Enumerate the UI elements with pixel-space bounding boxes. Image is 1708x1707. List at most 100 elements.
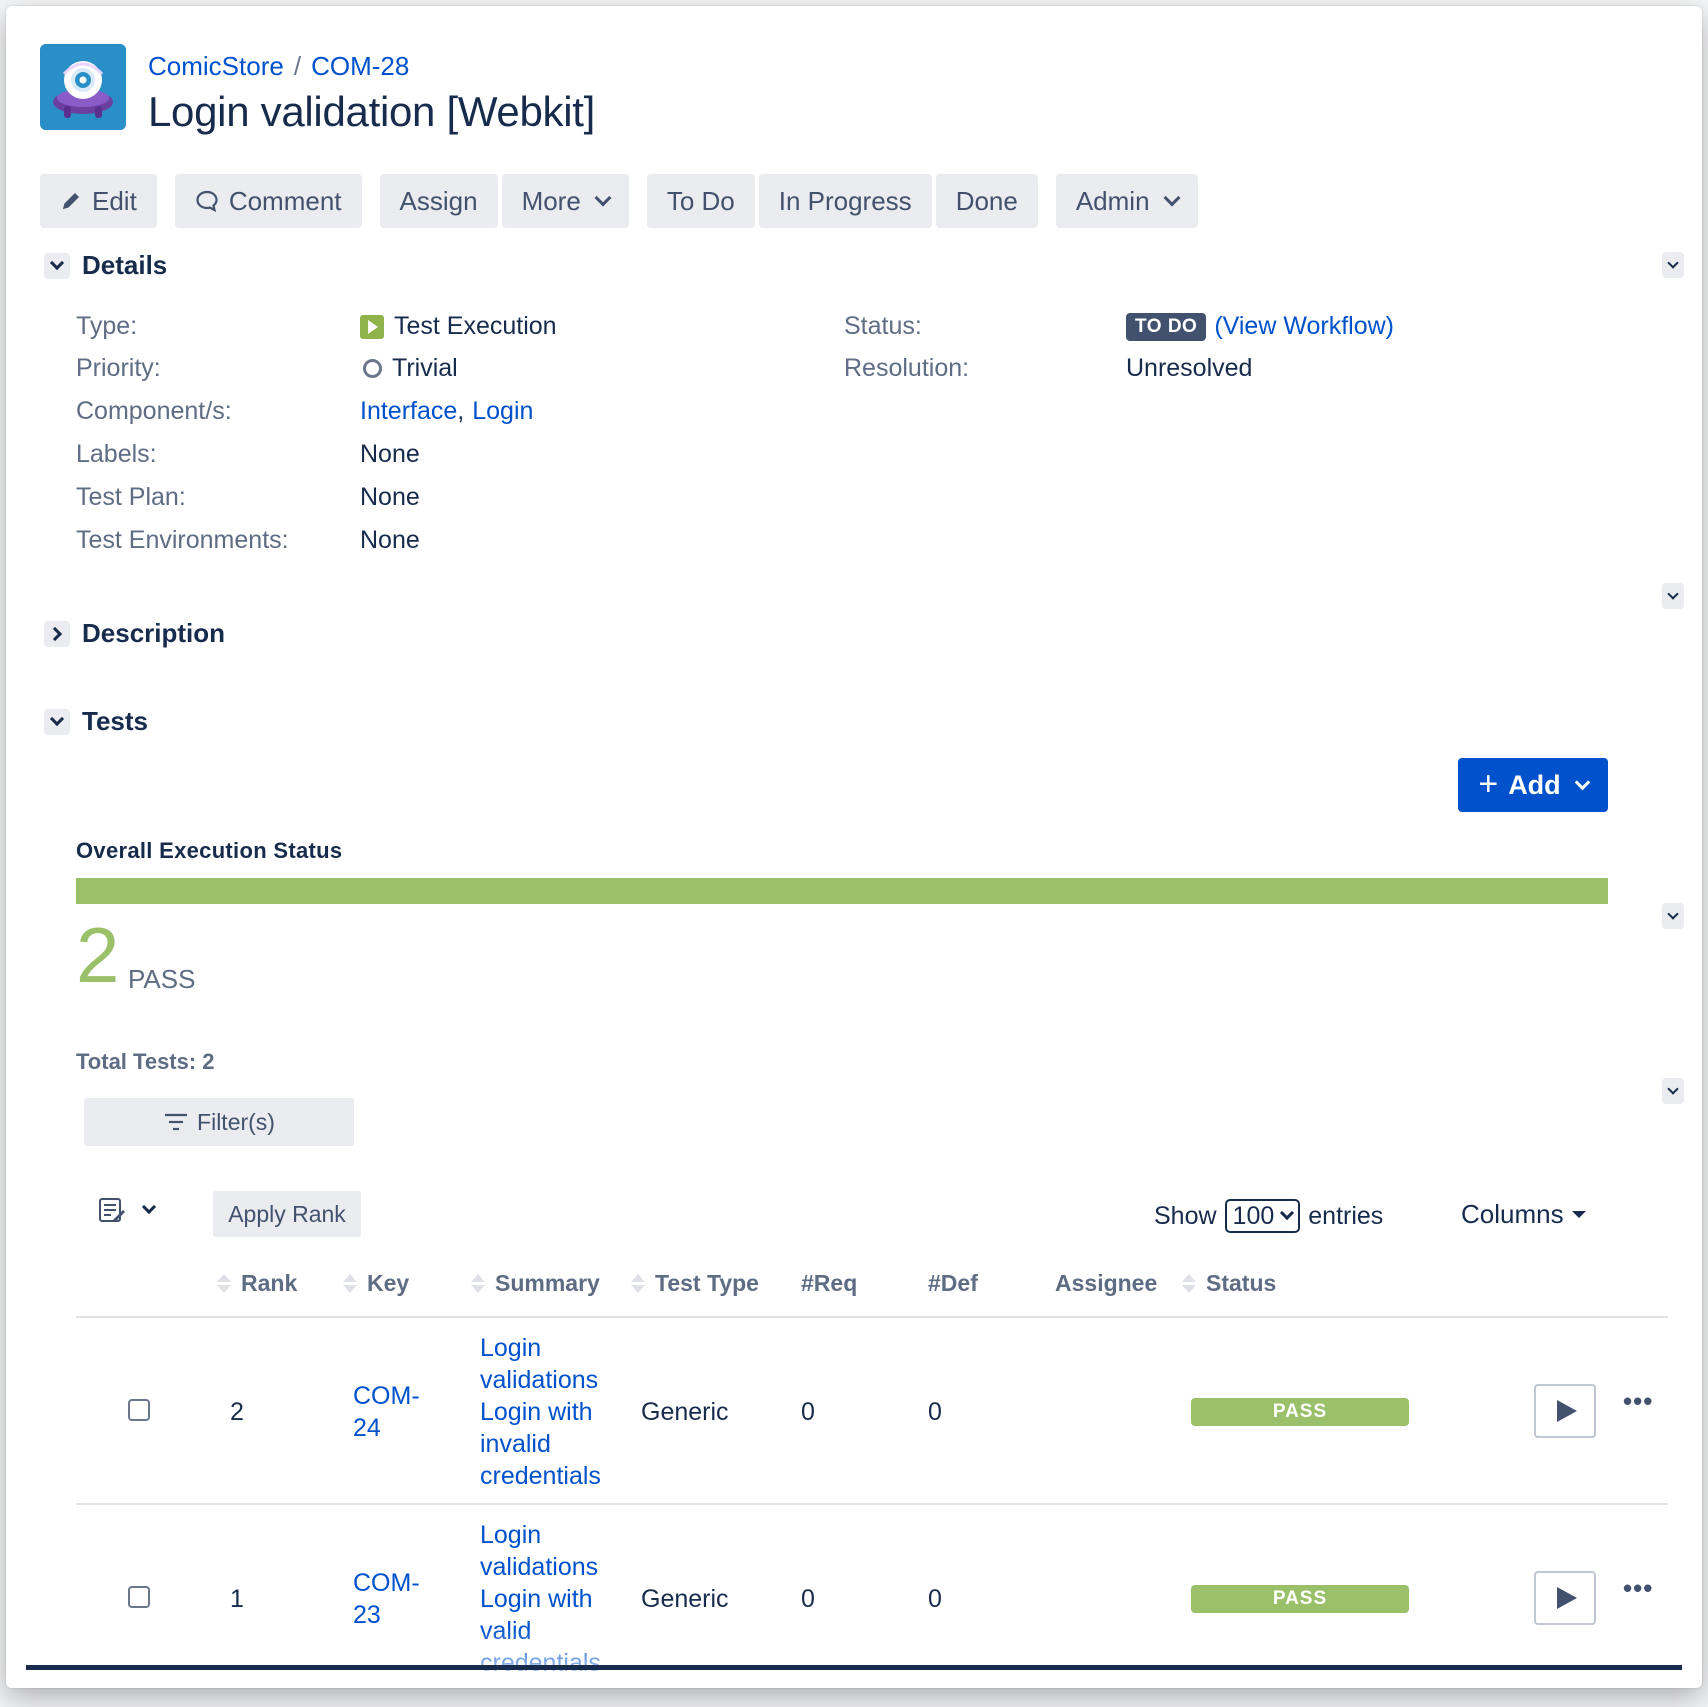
rank-options-dropdown[interactable]	[98, 1196, 157, 1224]
sort-icon	[631, 1274, 645, 1293]
apply-rank-button[interactable]: Apply Rank	[213, 1191, 361, 1237]
breadcrumb-issue-link[interactable]: COM-28	[311, 51, 409, 82]
row-select-checkbox[interactable]	[128, 1399, 150, 1421]
column-header-def-label: #Def	[928, 1270, 978, 1296]
summary-line: Login with	[480, 1585, 593, 1613]
sort-icon	[217, 1274, 231, 1293]
add-label: Add	[1508, 769, 1561, 800]
transition-todo-button[interactable]: To Do	[646, 174, 755, 228]
play-icon	[1557, 1587, 1577, 1609]
row-test-type: Generic	[641, 1398, 729, 1426]
resolution-label: Resolution:	[844, 354, 970, 382]
execution-progress-bar[interactable]	[76, 878, 1608, 904]
labels-label: Labels:	[76, 440, 157, 468]
row-summary-link[interactable]: Login validations Login with valid crede…	[480, 1519, 601, 1679]
plus-icon: +	[1478, 764, 1499, 803]
more-dropdown[interactable]: More	[501, 174, 629, 228]
sort-icon	[471, 1274, 485, 1293]
row-select-checkbox[interactable]	[128, 1586, 150, 1608]
component-interface-link[interactable]: Interface	[360, 397, 457, 426]
column-header-req-label: #Req	[801, 1270, 858, 1296]
row-status-badge: PASS	[1191, 1585, 1409, 1613]
column-header-def: #Def	[928, 1270, 978, 1297]
resolution-value: Unresolved	[1126, 354, 1253, 382]
details-module-header[interactable]: Details	[44, 250, 167, 281]
more-icon[interactable]: •••	[1623, 1386, 1653, 1417]
description-heading: Description	[82, 618, 226, 648]
entries-value: 100	[1232, 1201, 1275, 1230]
column-header-req: #Req	[801, 1270, 857, 1297]
column-header-key[interactable]: Key	[343, 1270, 409, 1297]
type-label: Type:	[76, 312, 138, 340]
tests-module-header[interactable]: Tests	[44, 706, 148, 737]
chevron-down-icon	[1574, 774, 1590, 790]
comment-button[interactable]: Comment	[174, 174, 362, 228]
add-tests-button[interactable]: + Add	[1458, 758, 1608, 812]
row-key-link[interactable]: COM- 24	[353, 1380, 420, 1444]
column-header-rank[interactable]: Rank	[217, 1270, 297, 1297]
chevron-down-icon	[49, 255, 65, 271]
view-workflow-close-paren: )	[1385, 312, 1394, 340]
comment-icon	[196, 190, 218, 213]
column-header-key-label: Key	[367, 1270, 410, 1296]
edit-label: Edit	[92, 185, 137, 216]
view-workflow-link[interactable]: View Workflow	[1223, 312, 1386, 341]
pass-count: 2	[76, 911, 120, 999]
chevron-down-icon	[1667, 587, 1679, 600]
components-label: Component/s:	[76, 397, 232, 425]
transition-done-button[interactable]: Done	[935, 174, 1038, 228]
project-avatar-icon[interactable]	[40, 44, 126, 130]
edit-button[interactable]: Edit	[40, 174, 157, 228]
entries-select[interactable]: 100	[1224, 1199, 1301, 1233]
side-panel-toggle[interactable]	[1662, 903, 1684, 929]
table-header-divider	[76, 1316, 1668, 1318]
column-header-summary[interactable]: Summary	[471, 1270, 600, 1297]
play-icon	[1557, 1400, 1577, 1422]
column-header-status[interactable]: Status	[1182, 1270, 1276, 1297]
assign-button[interactable]: Assign	[379, 174, 498, 228]
row-def-count: 0	[928, 1585, 942, 1613]
summary-line: valid	[480, 1617, 532, 1645]
row-key-link[interactable]: COM- 23	[353, 1567, 420, 1631]
component-login-link[interactable]: Login	[472, 397, 533, 426]
row-summary-link[interactable]: Login validations Login with invalid cre…	[480, 1332, 601, 1492]
summary-line: validations	[480, 1553, 599, 1581]
filters-button[interactable]: Filter(s)	[84, 1098, 354, 1146]
chevron-down-icon	[49, 711, 65, 727]
columns-dropdown[interactable]: Columns	[1461, 1199, 1586, 1230]
chevron-down-icon	[1667, 907, 1679, 920]
admin-dropdown[interactable]: Admin	[1055, 174, 1198, 228]
row-key-line1: COM-	[353, 1569, 420, 1597]
assign-label: Assign	[399, 185, 478, 216]
execute-test-button[interactable]	[1534, 1384, 1596, 1438]
view-workflow-open-paren: (	[1214, 312, 1223, 340]
description-module-header[interactable]: Description	[44, 618, 225, 649]
side-panel-toggle[interactable]	[1662, 252, 1684, 278]
pencil-icon	[63, 193, 79, 209]
breadcrumb-project-link[interactable]: ComicStore	[148, 51, 284, 82]
tests-toggle[interactable]	[44, 708, 70, 735]
details-toggle[interactable]	[44, 252, 70, 279]
side-panel-toggle[interactable]	[1662, 583, 1684, 609]
type-value: Test Execution	[360, 312, 557, 341]
test-plan-value: None	[360, 483, 420, 511]
side-panel-toggle[interactable]	[1662, 1078, 1684, 1104]
show-label: Show	[1154, 1201, 1217, 1230]
transition-in-progress-button[interactable]: In Progress	[758, 174, 932, 228]
columns-label: Columns	[1461, 1199, 1564, 1229]
more-icon[interactable]: •••	[1623, 1573, 1653, 1604]
status-label: Status:	[844, 312, 922, 340]
column-header-test-type[interactable]: Test Type	[631, 1270, 759, 1297]
execute-test-button[interactable]	[1534, 1571, 1596, 1625]
test-plan-label: Test Plan:	[76, 483, 186, 511]
description-toggle[interactable]	[44, 620, 70, 647]
breadcrumb-separator: /	[293, 51, 302, 81]
row-key-line2: 23	[353, 1601, 381, 1629]
filter-icon	[165, 1113, 188, 1131]
row-req-count: 0	[801, 1398, 815, 1426]
summary-line: Login with	[480, 1398, 593, 1426]
row-rank: 2	[230, 1398, 244, 1426]
test-execution-icon	[360, 314, 384, 339]
row-status-badge: PASS	[1191, 1398, 1409, 1426]
column-header-test-type-label: Test Type	[655, 1270, 759, 1296]
